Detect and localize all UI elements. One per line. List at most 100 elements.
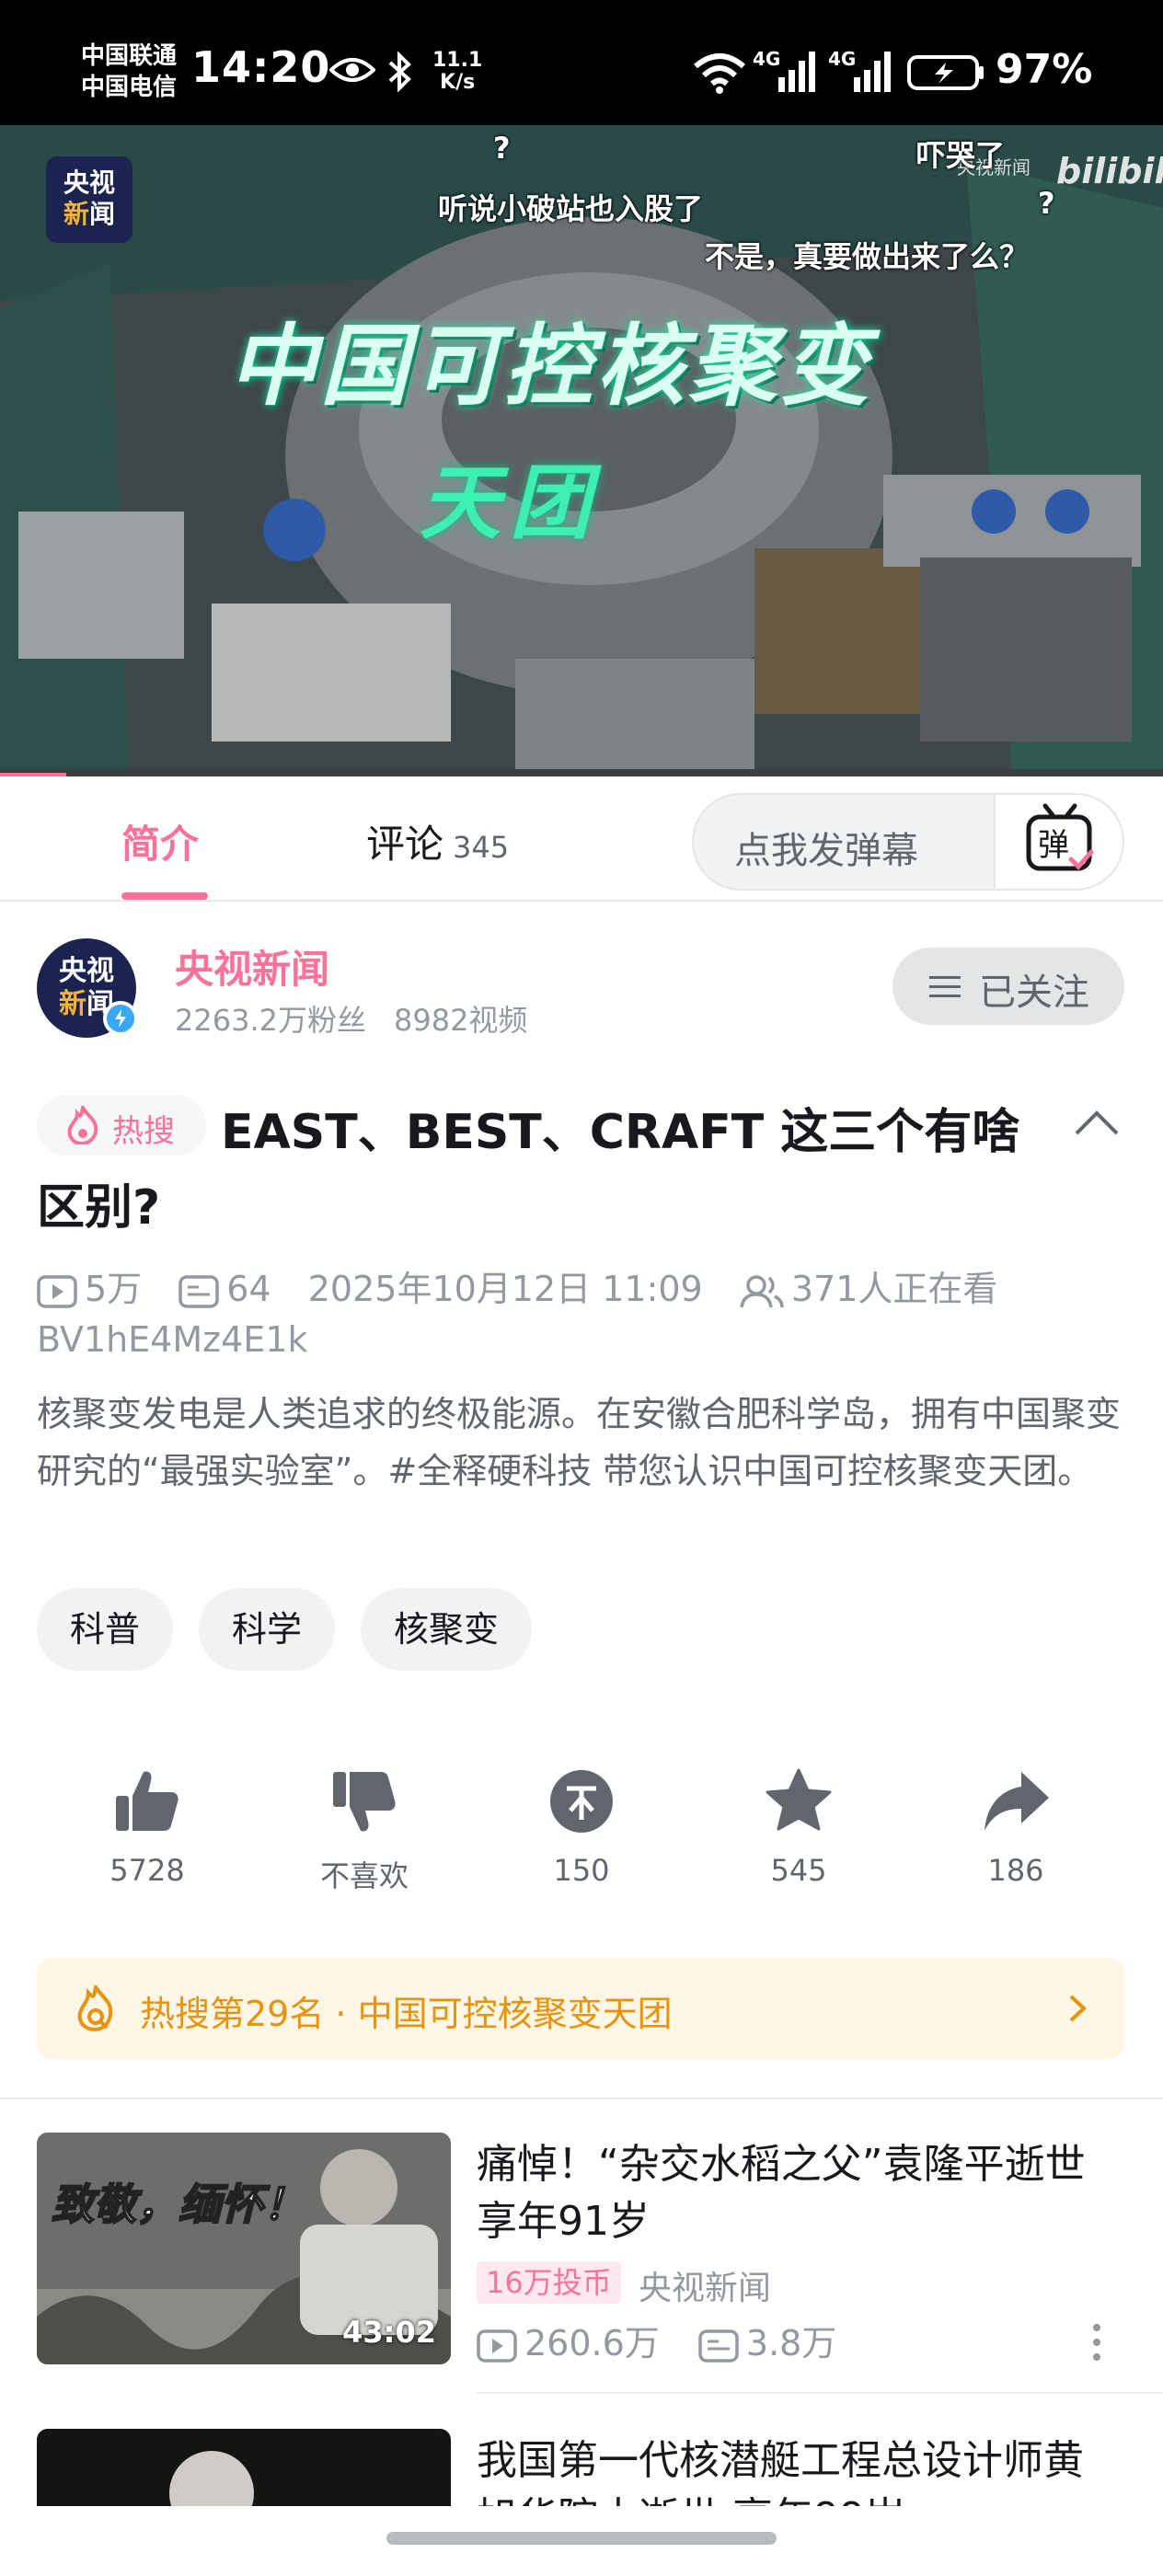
dislike-button[interactable]: 不喜欢 xyxy=(256,1766,473,1895)
signal-icon: 4G xyxy=(828,48,898,94)
coin-badge: 16万投币 xyxy=(477,2261,621,2304)
bilibili-watermark: bilibili xyxy=(1056,151,1163,191)
danmaku-count-icon xyxy=(698,2329,739,2363)
hot-search-text: 热搜第29名 · 中国可控核聚变天团 xyxy=(140,1994,673,2034)
like-button[interactable]: 5728 xyxy=(39,1766,256,1888)
eye-icon xyxy=(329,58,375,82)
follow-button-label: 已关注 xyxy=(979,972,1089,1014)
bluetooth-icon xyxy=(388,52,411,92)
play-count: 5万 xyxy=(85,1269,143,1309)
net-speed: 11.1 K/s xyxy=(432,50,482,94)
like-count: 5728 xyxy=(109,1853,185,1888)
detail-tabs: 简介 评论 345 点我发弹幕 弹 xyxy=(0,776,1163,902)
video-description: 核聚变发电是人类追求的终极能源。在安徽合肥科学岛，拥有中国聚变研究的“最强实验室… xyxy=(37,1394,1122,1491)
coin-icon xyxy=(550,1770,613,1833)
danmaku-item: 不是，真要做出来了么？ xyxy=(705,239,1030,274)
hot-tag[interactable]: 热搜 xyxy=(37,1095,206,1156)
danmaku-item: 听说小破站也入股了 xyxy=(438,191,704,226)
recommended-uploader: 央视新闻 xyxy=(639,2270,772,2307)
video-tags: 科普 科学 核聚变 xyxy=(37,1588,558,1671)
tab-active-indicator xyxy=(121,892,208,900)
status-bar: 中国联通 中国电信 14:20 11.1 K/s 4G 4G 97% xyxy=(0,0,1163,125)
danmaku-item: ? xyxy=(493,131,511,166)
channel-logo-bottom-b: 闻 xyxy=(89,199,116,229)
channel-logo: 央视 新闻 xyxy=(46,156,132,243)
watching-count: 371人正在看 xyxy=(790,1269,998,1309)
danmaku-count-icon xyxy=(178,1274,220,1308)
publish-datetime: 2025年10月12日 11:09 xyxy=(307,1269,703,1309)
tag-item[interactable]: 科普 xyxy=(37,1588,174,1671)
danmaku-item: 吓哭了 xyxy=(916,138,1006,173)
video-overlay-subtitle: 天团 xyxy=(420,455,601,550)
chevron-right-icon xyxy=(1069,1995,1087,2022)
like-icon xyxy=(116,1771,178,1831)
danmaku-button-char: 弹 xyxy=(1038,827,1069,864)
recommended-title: 我国第一代核潜艇工程总设计师黄旭华院士逝世 享年99岁 xyxy=(477,2437,1084,2506)
danmaku-item: ? xyxy=(1038,186,1055,221)
avatar-top-text: 央视 xyxy=(59,955,114,987)
video-player[interactable]: 央视 新闻 央视新闻 bilibili ? 听说小破站也入股了 吓哭了 ? 不是… xyxy=(0,125,1163,776)
verified-badge-icon xyxy=(103,1001,138,1036)
share-button[interactable]: 186 xyxy=(907,1766,1124,1888)
share-icon xyxy=(985,1772,1049,1831)
video-duration: 43:02 xyxy=(342,2315,436,2350)
play-count-icon xyxy=(37,1274,77,1308)
danmaku-input-placeholder[interactable]: 点我发弹幕 xyxy=(734,821,918,874)
tab-intro[interactable]: 简介 xyxy=(121,813,199,869)
battery-icon xyxy=(907,55,984,90)
watching-icon xyxy=(740,1274,784,1307)
battery-percent: 97% xyxy=(996,46,1093,93)
section-divider xyxy=(0,2098,1163,2099)
uploader-fans: 2263.2万粉丝 xyxy=(175,1003,366,1038)
channel-logo-top: 央视 xyxy=(63,167,115,198)
tab-comments[interactable]: 评论 345 xyxy=(366,813,509,869)
video-title-line2: 区别? xyxy=(37,1180,161,1236)
danmaku-toggle-button[interactable]: 弹 xyxy=(994,795,1123,889)
thumbnail-image xyxy=(37,2429,451,2506)
chevron-up-icon[interactable] xyxy=(1073,1106,1121,1143)
carrier-1: 中国联通 xyxy=(81,42,178,70)
follow-button[interactable]: 已关注 xyxy=(892,948,1124,1025)
recommended-video-item[interactable]: 致敬，缅怀！ 43:02 痛悼！“杂交水稻之父”袁隆平逝世 享年91岁 16万投… xyxy=(0,2133,1163,2409)
coin-count: 150 xyxy=(553,1853,610,1888)
hot-search-banner[interactable]: 热搜第29名 · 中国可控核聚变天团 xyxy=(37,1958,1124,2059)
video-overlay-title: 中国可控核聚变 xyxy=(228,315,872,418)
flame-search-icon xyxy=(77,1985,113,2031)
uploader-videos: 8982视频 xyxy=(393,1003,528,1038)
wifi-icon xyxy=(694,53,745,94)
avatar-bottom-a: 新 xyxy=(59,988,86,1020)
recommended-title: 痛悼！“杂交水稻之父”袁隆平逝世 享年91岁 xyxy=(477,2141,1086,2245)
video-thumbnail[interactable]: 致敬，缅怀！ 43:02 xyxy=(37,2133,451,2364)
tag-item[interactable]: 科学 xyxy=(199,1588,336,1671)
recommended-video-item[interactable]: 我国第一代核潜艇工程总设计师黄旭华院士逝世 享年99岁 xyxy=(0,2429,1163,2506)
share-count: 186 xyxy=(987,1853,1044,1888)
net-speed-unit: K/s xyxy=(440,71,476,94)
coin-button[interactable]: 150 xyxy=(473,1766,690,1888)
recommended-danmaku: 3.8万 xyxy=(745,2323,837,2363)
favorite-button[interactable]: 545 xyxy=(690,1766,907,1888)
uploader-name[interactable]: 央视新闻 xyxy=(175,938,329,995)
dislike-label: 不喜欢 xyxy=(319,1858,409,1893)
signal-2-label: 4G xyxy=(828,48,857,70)
video-title-line1: EAST、BEST、CRAFT 这三个有啥 xyxy=(221,1105,1020,1160)
favorite-icon xyxy=(766,1768,832,1831)
play-count-icon xyxy=(477,2329,517,2363)
carrier-2: 中国电信 xyxy=(81,74,178,101)
danmaku-tv-icon: 弹 xyxy=(1026,803,1094,871)
action-bar: 5728 不喜欢 150 545 186 xyxy=(0,1766,1163,1904)
danmaku-count: 64 xyxy=(226,1269,271,1309)
tag-item[interactable]: 核聚变 xyxy=(361,1588,533,1671)
dislike-icon xyxy=(333,1772,396,1832)
home-indicator[interactable] xyxy=(386,2532,777,2545)
channel-logo-bottom-a: 新 xyxy=(63,199,89,229)
more-vertical-icon[interactable] xyxy=(1086,2322,1108,2363)
comments-count: 345 xyxy=(453,830,510,865)
signal-1-label: 4G xyxy=(753,48,781,70)
carrier-names: 中国联通 中国电信 xyxy=(81,40,177,103)
hot-tag-label: 热搜 xyxy=(112,1113,175,1150)
bvid: BV1hE4Mz4E1k xyxy=(37,1319,308,1360)
danmaku-input-box[interactable]: 点我发弹幕 弹 xyxy=(692,793,1124,891)
menu-icon xyxy=(929,976,961,997)
video-thumbnail[interactable] xyxy=(37,2429,451,2506)
list-divider xyxy=(477,2392,1163,2394)
